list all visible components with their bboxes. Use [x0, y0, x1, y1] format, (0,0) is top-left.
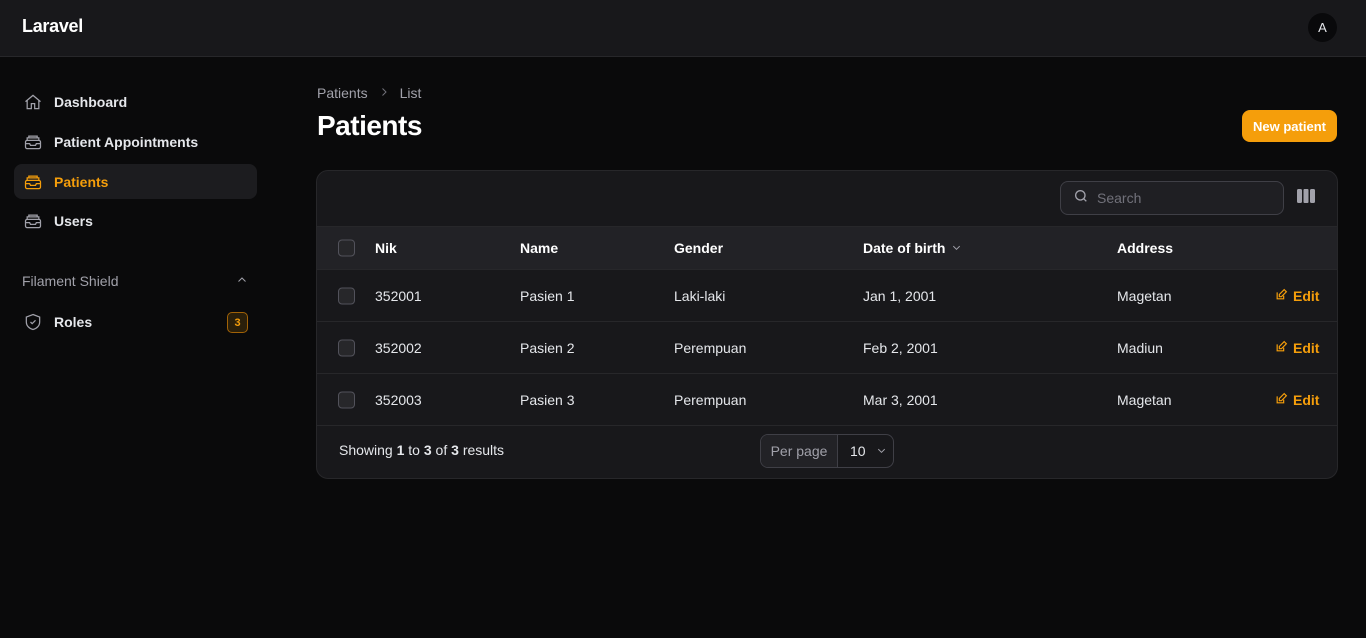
search-icon	[1073, 188, 1089, 209]
sidebar: Dashboard Patient Appointments Patients …	[0, 57, 272, 638]
cell-date-of-birth: Jan 1, 2001	[863, 287, 937, 304]
edit-button[interactable]: Edit	[1275, 392, 1319, 408]
sidebar-item-roles[interactable]: Roles 3	[14, 304, 257, 339]
pencil-square-icon	[1275, 340, 1288, 356]
table-row[interactable]: 352003 Pasien 3 Perempuan Mar 3, 2001 Ma…	[317, 374, 1337, 426]
cell-nik: 352003	[375, 391, 422, 408]
chevron-up-icon[interactable]	[236, 273, 248, 289]
search-input[interactable]	[1097, 190, 1267, 206]
inbox-stack-icon	[23, 132, 43, 152]
pencil-square-icon	[1275, 288, 1288, 304]
table-panel: Nik Name Gender Date of birth Address 35…	[316, 170, 1338, 479]
row-checkbox[interactable]	[338, 287, 355, 304]
cell-nik: 352002	[375, 339, 422, 356]
cell-address: Madiun	[1117, 339, 1163, 356]
cell-address: Magetan	[1117, 391, 1172, 408]
search-field[interactable]	[1060, 181, 1284, 215]
nav-group-label: Filament Shield	[22, 273, 119, 289]
sidebar-item-patients[interactable]: Patients	[14, 164, 257, 199]
breadcrumb-item-patients[interactable]: Patients	[317, 85, 368, 101]
sidebar-item-label: Patients	[54, 173, 109, 190]
per-page-select[interactable]: Per page 10	[760, 434, 894, 468]
select-all-checkbox[interactable]	[338, 239, 355, 257]
cell-name: Pasien 2	[520, 339, 575, 356]
column-header-nik[interactable]: Nik	[375, 240, 397, 256]
inbox-stack-icon	[23, 172, 43, 192]
edit-button[interactable]: Edit	[1275, 340, 1319, 356]
row-checkbox[interactable]	[338, 391, 355, 408]
sidebar-item-label: Patient Appointments	[54, 133, 199, 150]
column-header-address[interactable]: Address	[1117, 240, 1173, 256]
sidebar-item-label: Dashboard	[54, 93, 128, 110]
sidebar-item-label: Users	[54, 212, 93, 229]
column-header-name[interactable]: Name	[520, 240, 558, 256]
chevron-down-icon	[951, 240, 962, 256]
top-bar: Laravel A	[0, 0, 1366, 57]
sidebar-item-patient-appointments[interactable]: Patient Appointments	[14, 124, 257, 159]
breadcrumb: Patients List	[317, 85, 421, 101]
sidebar-item-label: Roles	[54, 313, 93, 330]
user-avatar[interactable]: A	[1308, 13, 1337, 42]
count-badge: 3	[227, 312, 248, 333]
cell-name: Pasien 1	[520, 287, 575, 304]
sidebar-item-users[interactable]: Users	[14, 203, 257, 238]
table-row[interactable]: 352001 Pasien 1 Laki-laki Jan 1, 2001 Ma…	[317, 270, 1337, 322]
cell-date-of-birth: Mar 3, 2001	[863, 391, 938, 408]
cell-date-of-birth: Feb 2, 2001	[863, 339, 938, 356]
cell-name: Pasien 3	[520, 391, 575, 408]
pencil-square-icon	[1275, 392, 1288, 408]
cell-gender: Laki-laki	[674, 287, 726, 304]
page-title: Patients	[317, 110, 422, 141]
column-header-date-of-birth[interactable]: Date of birth	[863, 240, 962, 256]
per-page-label: Per page	[761, 435, 838, 467]
chevron-down-icon	[876, 443, 887, 459]
column-toggle-icon[interactable]	[1297, 189, 1317, 207]
column-header-gender[interactable]: Gender	[674, 240, 723, 256]
inbox-stack-icon	[23, 211, 43, 231]
pagination-summary: Showing 1 to 3 of 3 results	[339, 442, 505, 458]
cell-gender: Perempuan	[674, 339, 747, 356]
cell-address: Magetan	[1117, 287, 1172, 304]
cell-nik: 352001	[375, 287, 422, 304]
table-header: Nik Name Gender Date of birth Address	[317, 226, 1337, 270]
home-icon	[23, 92, 43, 112]
cell-gender: Perempuan	[674, 391, 747, 408]
edit-button[interactable]: Edit	[1275, 288, 1319, 304]
shield-check-icon	[23, 312, 43, 332]
new-patient-button[interactable]: New patient	[1242, 110, 1337, 142]
chevron-right-icon	[378, 85, 390, 101]
row-checkbox[interactable]	[338, 339, 355, 356]
table-row[interactable]: 352002 Pasien 2 Perempuan Feb 2, 2001 Ma…	[317, 322, 1337, 374]
nav-group-filament-shield[interactable]: Filament Shield	[22, 273, 248, 289]
per-page-value[interactable]: 10	[838, 435, 893, 467]
brand-logo[interactable]: Laravel	[22, 16, 83, 37]
sidebar-item-dashboard[interactable]: Dashboard	[14, 84, 257, 119]
breadcrumb-item-list: List	[399, 85, 422, 101]
